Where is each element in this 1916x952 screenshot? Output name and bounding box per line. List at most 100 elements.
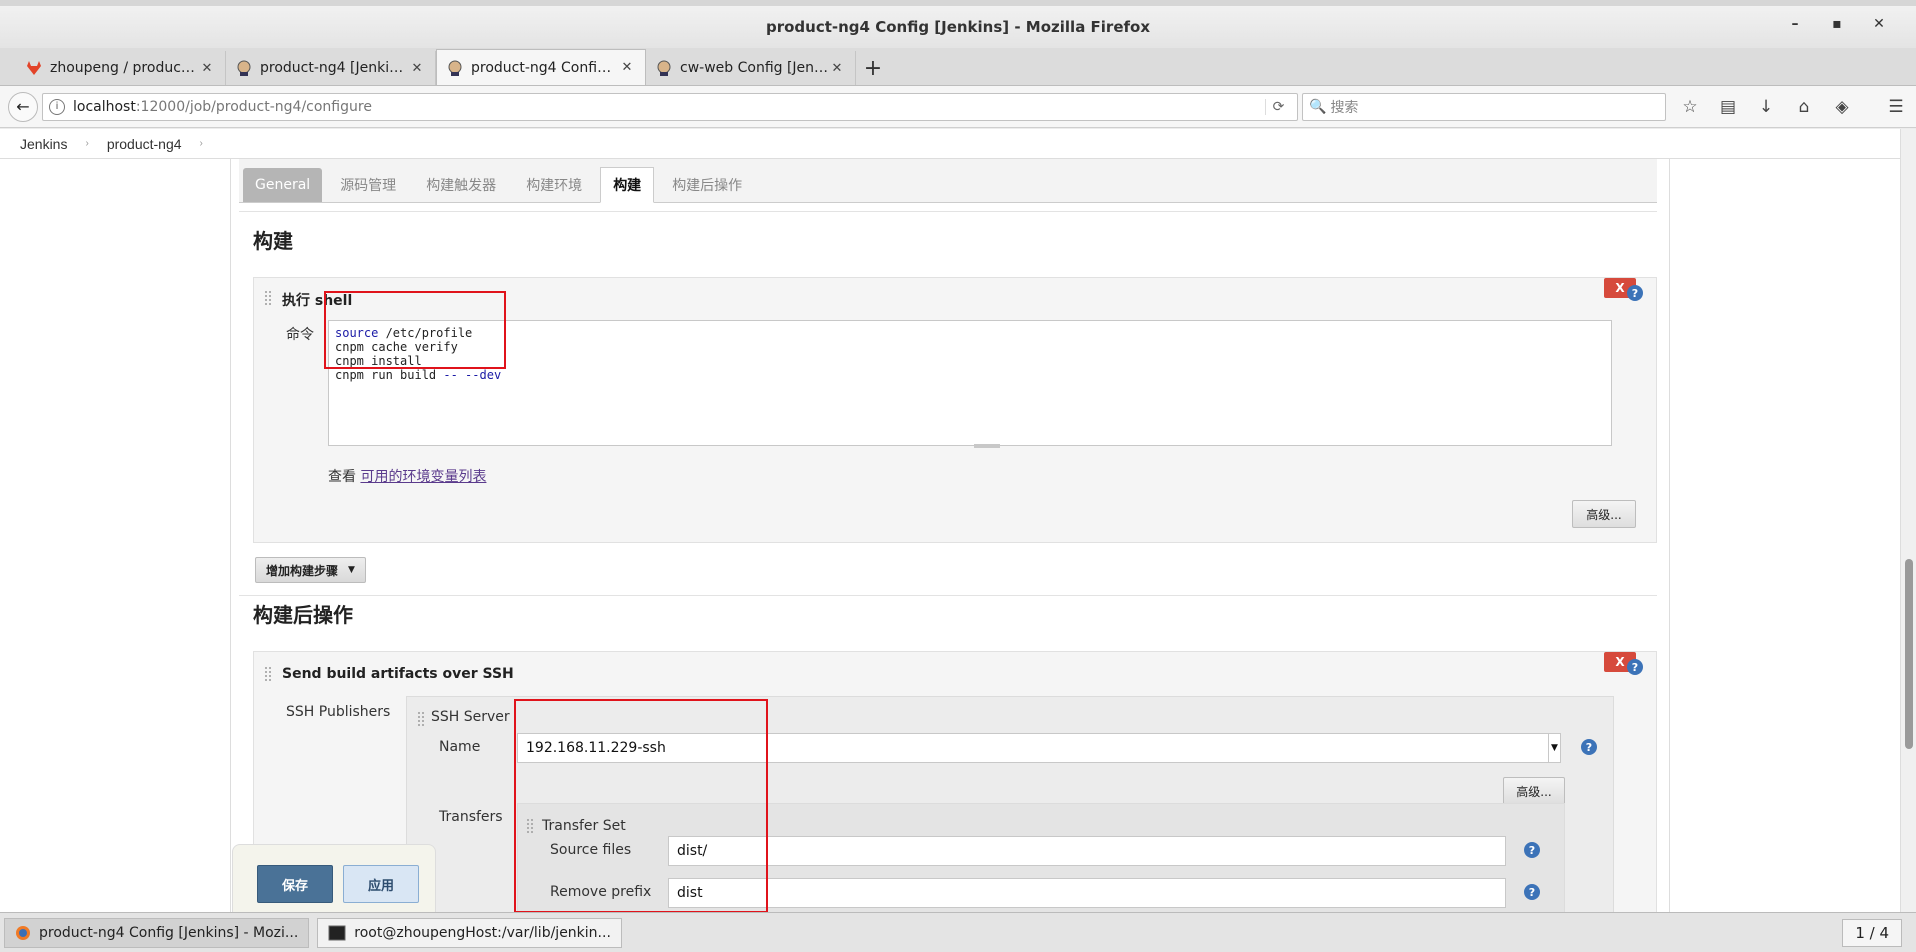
jenkins-icon [237, 60, 251, 76]
command-line: cnpm cache verify [335, 340, 458, 354]
home-icon[interactable]: ⌂ [1794, 97, 1814, 117]
tab-close-icon[interactable]: ✕ [199, 61, 215, 76]
browser-tab-jenkins[interactable]: product-ng4 [Jenkins] ✕ [226, 51, 436, 85]
config-tabs: General 源码管理 构建触发器 构建环境 构建 构建后操作 [239, 159, 1657, 203]
download-icon[interactable]: ↓ [1756, 97, 1776, 117]
search-placeholder: 搜索 [1330, 99, 1359, 116]
highlight-box-ssh [514, 699, 768, 912]
url-text: localhost:12000/job/product-ng4/configur… [73, 98, 372, 115]
tab-build[interactable]: 构建 [600, 167, 655, 203]
build-section-title: 构建 [253, 229, 293, 253]
window-title: product-ng4 Config [Jenkins] - Mozilla F… [765, 18, 1151, 36]
help-icon[interactable]: ? [1627, 285, 1643, 301]
pocket-icon[interactable]: ◈ [1832, 97, 1852, 117]
section-divider [239, 211, 1657, 212]
url-bar[interactable]: i localhost:12000/job/product-ng4/config… [42, 92, 1298, 121]
browser-tab-cw-web[interactable]: cw-web Config [Jenki... ✕ [646, 51, 856, 85]
post-build-section-title: 构建后操作 [253, 603, 353, 627]
close-icon[interactable]: ✕ [1868, 16, 1890, 32]
breadcrumb-product-ng4[interactable]: product-ng4 [107, 136, 182, 152]
browser-tab-config-active[interactable]: product-ng4 Config [J... ✕ [436, 49, 646, 85]
browser-tab-label: zhoupeng / product-n... [50, 60, 199, 76]
ssh-publish-step: Send build artifacts over SSH X SSH Publ… [253, 651, 1657, 912]
tab-post-build[interactable]: 构建后操作 [660, 168, 754, 202]
minimize-icon[interactable]: – [1784, 16, 1806, 32]
back-button[interactable]: ← [8, 91, 38, 122]
highlight-box-command [324, 291, 506, 369]
ssh-server-label: SSH Server [431, 709, 510, 725]
taskbar-item-terminal[interactable]: root@zhoupengHost:/var/lib/jenkin... [317, 917, 622, 948]
tab-close-icon[interactable]: ✕ [619, 60, 635, 75]
save-button[interactable]: 保存 [257, 865, 333, 903]
browser-tab-label: cw-web Config [Jenki... [680, 60, 829, 76]
command-line: source /etc/profile [335, 326, 473, 340]
jenkins-icon [657, 60, 671, 76]
ssh-step-title: Send build artifacts over SSH [282, 666, 514, 682]
gitlab-icon [27, 61, 41, 75]
apply-button[interactable]: 应用 [343, 865, 419, 903]
new-tab-button[interactable]: + [856, 51, 890, 85]
select-arrow-icon: ▼ [1548, 734, 1560, 762]
taskbar-item-firefox[interactable]: product-ng4 Config [Jenkins] - Mozi... [4, 917, 310, 948]
tab-source[interactable]: 源码管理 [328, 168, 408, 202]
search-icon: 🔍 [1309, 98, 1327, 115]
transfers-label: Transfers [439, 809, 503, 825]
breadcrumb: Jenkins › product-ng4 › [0, 129, 1900, 159]
command-textarea[interactable]: source /etc/profile cnpm cache verify cn… [328, 320, 1612, 446]
tab-close-icon[interactable]: ✕ [409, 61, 425, 76]
search-input[interactable]: 🔍 搜索 [1302, 92, 1666, 121]
help-icon[interactable]: ? [1524, 842, 1540, 858]
toolbar-icons: ☆ ▤ ↓ ⌂ ◈ ☰ [1680, 97, 1906, 117]
reload-icon[interactable]: ⟳ [1265, 98, 1291, 115]
tab-close-icon[interactable]: ✕ [829, 61, 845, 76]
remove-prefix-input[interactable]: dist [668, 878, 1506, 908]
command-line: cnpm install [335, 354, 422, 368]
textarea-resize-handle[interactable] [974, 444, 1000, 448]
window-titlebar: product-ng4 Config [Jenkins] - Mozilla F… [0, 0, 1916, 48]
advanced-button[interactable]: 高级... [1503, 777, 1565, 805]
scrollbar-thumb[interactable] [1905, 559, 1913, 749]
drag-handle-icon[interactable] [417, 711, 425, 727]
help-icon[interactable]: ? [1524, 884, 1540, 900]
help-icon[interactable]: ? [1581, 739, 1597, 755]
command-line: cnpm run build -- --dev [335, 368, 502, 382]
window-controls: – ▪ ✕ [1784, 16, 1890, 32]
maximize-icon[interactable]: ▪ [1826, 16, 1848, 32]
page-content: Jenkins › product-ng4 › General 源码管理 构建触… [0, 129, 1900, 912]
command-label: 命令 [286, 327, 314, 343]
breadcrumb-separator-icon: › [199, 138, 203, 149]
browser-tab-gitlab[interactable]: zhoupeng / product-n... ✕ [16, 51, 226, 85]
browser-tab-label: product-ng4 Config [J... [471, 59, 619, 76]
page-scrollbar[interactable] [1900, 129, 1916, 912]
advanced-button[interactable]: 高级... [1572, 500, 1636, 528]
env-vars-link[interactable]: 可用的环境变量列表 [360, 469, 486, 485]
source-files-input[interactable]: dist/ [668, 836, 1506, 866]
breadcrumb-jenkins[interactable]: Jenkins [20, 136, 67, 152]
navigation-bar: ← i localhost:12000/job/product-ng4/conf… [0, 86, 1916, 128]
terminal-icon [328, 925, 346, 940]
tab-triggers[interactable]: 构建触发器 [414, 168, 508, 202]
drag-handle-icon[interactable] [264, 666, 272, 682]
info-icon[interactable]: i [49, 98, 65, 115]
save-bar: 保存 应用 [232, 844, 436, 912]
tab-general[interactable]: General [243, 168, 323, 202]
help-icon[interactable]: ? [1627, 659, 1643, 675]
env-vars-text: 查看 可用的环境变量列表 [328, 469, 487, 485]
reading-list-icon[interactable]: ▤ [1718, 97, 1738, 117]
tab-environment[interactable]: 构建环境 [514, 168, 594, 202]
ssh-publishers-label: SSH Publishers [286, 704, 391, 720]
name-label: Name [439, 739, 481, 755]
taskbar: product-ng4 Config [Jenkins] - Mozi... r… [0, 912, 1916, 952]
drag-handle-icon[interactable] [264, 290, 272, 306]
bookmark-star-icon[interactable]: ☆ [1680, 97, 1700, 117]
workspace-pager[interactable]: 1 / 4 [1842, 919, 1902, 947]
browser-tab-strip: zhoupeng / product-n... ✕ product-ng4 [J… [0, 48, 1916, 86]
dropdown-arrow-icon: ▼ [348, 565, 355, 575]
section-divider [239, 595, 1657, 596]
back-arrow-icon: ← [16, 97, 30, 116]
jenkins-icon [448, 60, 462, 76]
menu-icon[interactable]: ☰ [1886, 97, 1906, 117]
add-build-step-button[interactable]: 增加构建步骤 ▼ [255, 557, 366, 583]
breadcrumb-separator-icon: › [85, 138, 89, 149]
browser-tab-label: product-ng4 [Jenkins] [260, 60, 409, 76]
